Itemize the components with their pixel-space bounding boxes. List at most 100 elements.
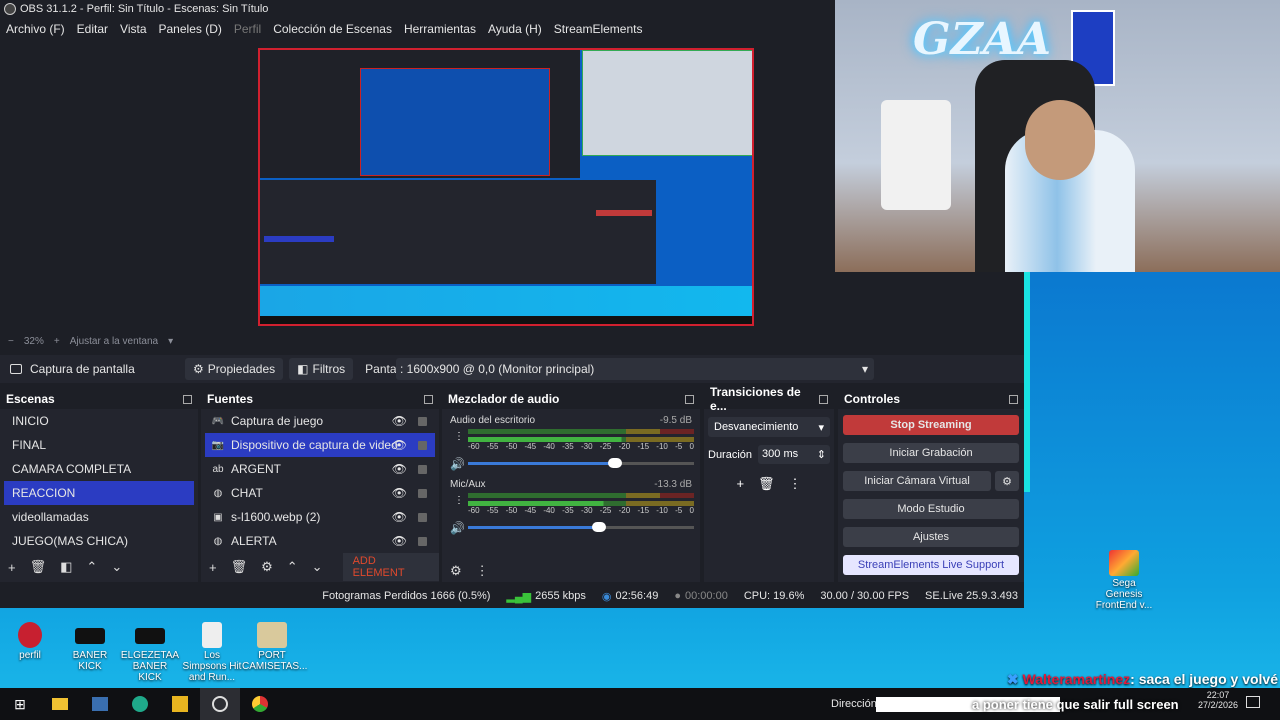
scene-item[interactable]: INICIO	[4, 409, 194, 433]
volume-slider-handle[interactable]	[608, 458, 622, 468]
eye-icon[interactable]: 👁	[392, 462, 407, 476]
source-item[interactable]: ab ARGENT 👁	[205, 457, 435, 481]
undock-icon[interactable]	[685, 394, 694, 404]
fit-label[interactable]: Ajustar a la ventana	[70, 336, 158, 347]
eye-icon[interactable]: 👁	[392, 510, 407, 524]
stop-streaming-button[interactable]: Stop Streaming	[843, 415, 1019, 435]
add-icon[interactable]: +	[736, 476, 744, 492]
desktop-icon[interactable]: Sega Genesis FrontEnd v...	[1094, 550, 1154, 611]
desktop-icon[interactable]: PORT CAMISETAS...	[242, 622, 307, 672]
volume-slider-handle[interactable]	[592, 522, 606, 532]
spinner-icon[interactable]: ⇕	[817, 448, 826, 461]
fps: 30.00 / 30.00 FPS	[820, 590, 910, 602]
filter-icon[interactable]: ◧	[60, 559, 72, 575]
gear-icon[interactable]: ⚙	[261, 559, 273, 575]
lock-icon[interactable]	[418, 512, 427, 522]
scenes-title: Escenas	[6, 392, 55, 406]
down-arrow-icon[interactable]: ⌄	[111, 559, 122, 575]
desktop-icon[interactable]: Los Simpsons Hit and Run...	[182, 622, 242, 683]
source-item[interactable]: ◍ ALERTA 👁	[205, 529, 435, 553]
properties-button[interactable]: ⚙ Propiedades	[185, 358, 284, 380]
clock[interactable]: 22:07 27/2/2026	[1198, 690, 1238, 710]
trash-icon[interactable]: 🗑	[231, 559, 248, 575]
undock-icon[interactable]	[1009, 394, 1018, 404]
file-explorer-icon[interactable]	[40, 688, 80, 720]
live-support-button[interactable]: StreamElements Live Support	[843, 555, 1019, 575]
menu-herramientas[interactable]: Herramientas	[398, 22, 482, 36]
desktop-icon[interactable]: perfil	[0, 622, 60, 661]
eye-icon[interactable]: 👁	[392, 486, 407, 500]
undock-icon[interactable]	[819, 394, 828, 404]
menu-coleccion[interactable]: Colección de Escenas	[267, 22, 398, 36]
undock-icon[interactable]	[424, 394, 433, 404]
trash-icon[interactable]: 🗑	[30, 559, 47, 575]
screen-select[interactable]: : 1600x900 @ 0,0 (Monitor principal) ▾	[396, 358, 874, 380]
menu-editar[interactable]: Editar	[71, 22, 114, 36]
obs-taskbar-icon[interactable]	[200, 688, 240, 720]
menu-ayuda[interactable]: Ayuda (H)	[482, 22, 548, 36]
menu-perfil[interactable]: Perfil	[228, 22, 267, 36]
scene-item[interactable]: FINAL	[4, 433, 194, 457]
add-icon[interactable]: +	[209, 560, 217, 575]
edge-icon[interactable]	[120, 688, 160, 720]
eye-icon[interactable]: 👁	[392, 438, 407, 452]
transition-select[interactable]: Desvanecimiento ▾	[708, 417, 830, 437]
lock-icon[interactable]	[418, 488, 427, 498]
lock-icon[interactable]	[418, 416, 427, 426]
scene-item[interactable]: CAMARA COMPLETA	[4, 457, 194, 481]
menu-archivo[interactable]: Archivo (F)	[0, 22, 71, 36]
fit-chevron-icon[interactable]: ▾	[168, 336, 173, 347]
lock-icon[interactable]	[418, 440, 427, 450]
source-item[interactable]: 🎮 Captura de juego 👁	[205, 409, 435, 433]
menu-icon[interactable]: ⋮	[789, 476, 802, 492]
game-app-icon[interactable]	[160, 688, 200, 720]
desktop-icon[interactable]: BANER KICK	[60, 622, 120, 672]
notification-icon[interactable]	[1246, 696, 1260, 708]
volume-slider-fill[interactable]	[468, 526, 598, 529]
virtual-camera-button[interactable]: Iniciar Cámara Virtual	[843, 471, 991, 491]
zoom-in-button[interactable]: +	[54, 336, 60, 347]
menu-paneles[interactable]: Paneles (D)	[153, 22, 228, 36]
volume-slider-track[interactable]	[618, 462, 694, 465]
studio-mode-button[interactable]: Modo Estudio	[843, 499, 1019, 519]
lock-icon[interactable]	[418, 464, 427, 474]
mixer-menu-icon[interactable]: ⋮	[476, 563, 489, 579]
preview-canvas[interactable]	[258, 48, 754, 326]
up-arrow-icon[interactable]: ⌃	[86, 559, 97, 575]
add-element-button[interactable]: ADD ELEMENT	[342, 553, 439, 581]
source-item-selected[interactable]: 📷 Dispositivo de captura de video 👁	[205, 433, 435, 457]
start-recording-button[interactable]: Iniciar Grabación	[843, 443, 1019, 463]
up-arrow-icon[interactable]: ⌃	[287, 559, 298, 575]
undock-icon[interactable]	[183, 394, 192, 404]
filters-button[interactable]: ◧ Filtros	[289, 358, 354, 380]
eye-icon[interactable]: 👁	[392, 414, 407, 428]
virtual-camera-gear-icon[interactable]: ⚙	[995, 471, 1019, 491]
source-item[interactable]: ◍ CHAT 👁	[205, 481, 435, 505]
scene-item[interactable]: videollamadas	[4, 505, 194, 529]
mixer-settings-icon[interactable]: ⚙	[450, 563, 462, 579]
menu-vista[interactable]: Vista	[114, 22, 152, 36]
duration-input[interactable]: 300 ms ⇕	[758, 445, 830, 464]
down-arrow-icon[interactable]: ⌄	[312, 559, 323, 575]
scene-item[interactable]: JUEGO(MAS CHICA)	[4, 529, 194, 553]
chrome-icon[interactable]	[240, 688, 280, 720]
zoom-out-button[interactable]: −	[8, 336, 14, 347]
app-icon[interactable]	[80, 688, 120, 720]
desktop-icon[interactable]: ELGEZETAA BANER KICK	[120, 622, 180, 683]
windows-start-icon[interactable]: ⊞	[0, 688, 40, 720]
source-item[interactable]: ▣ s-l1600.webp (2) 👁	[205, 505, 435, 529]
volume-slider-track[interactable]	[598, 526, 694, 529]
lock-icon[interactable]	[418, 536, 427, 546]
meter-tick: -20	[618, 506, 631, 515]
scene-item-selected[interactable]: REACCION	[4, 481, 194, 505]
eye-icon[interactable]: 👁	[392, 534, 407, 548]
channel-menu-icon[interactable]: ⋮	[454, 495, 464, 506]
speaker-icon[interactable]: 🔊	[450, 521, 465, 535]
menu-streamelements[interactable]: StreamElements	[548, 22, 649, 36]
speaker-icon[interactable]: 🔊	[450, 457, 465, 471]
channel-menu-icon[interactable]: ⋮	[454, 431, 464, 442]
add-icon[interactable]: +	[8, 560, 16, 575]
trash-icon[interactable]: 🗑	[758, 476, 775, 492]
volume-slider-fill[interactable]	[468, 462, 618, 465]
settings-button[interactable]: Ajustes	[843, 527, 1019, 547]
